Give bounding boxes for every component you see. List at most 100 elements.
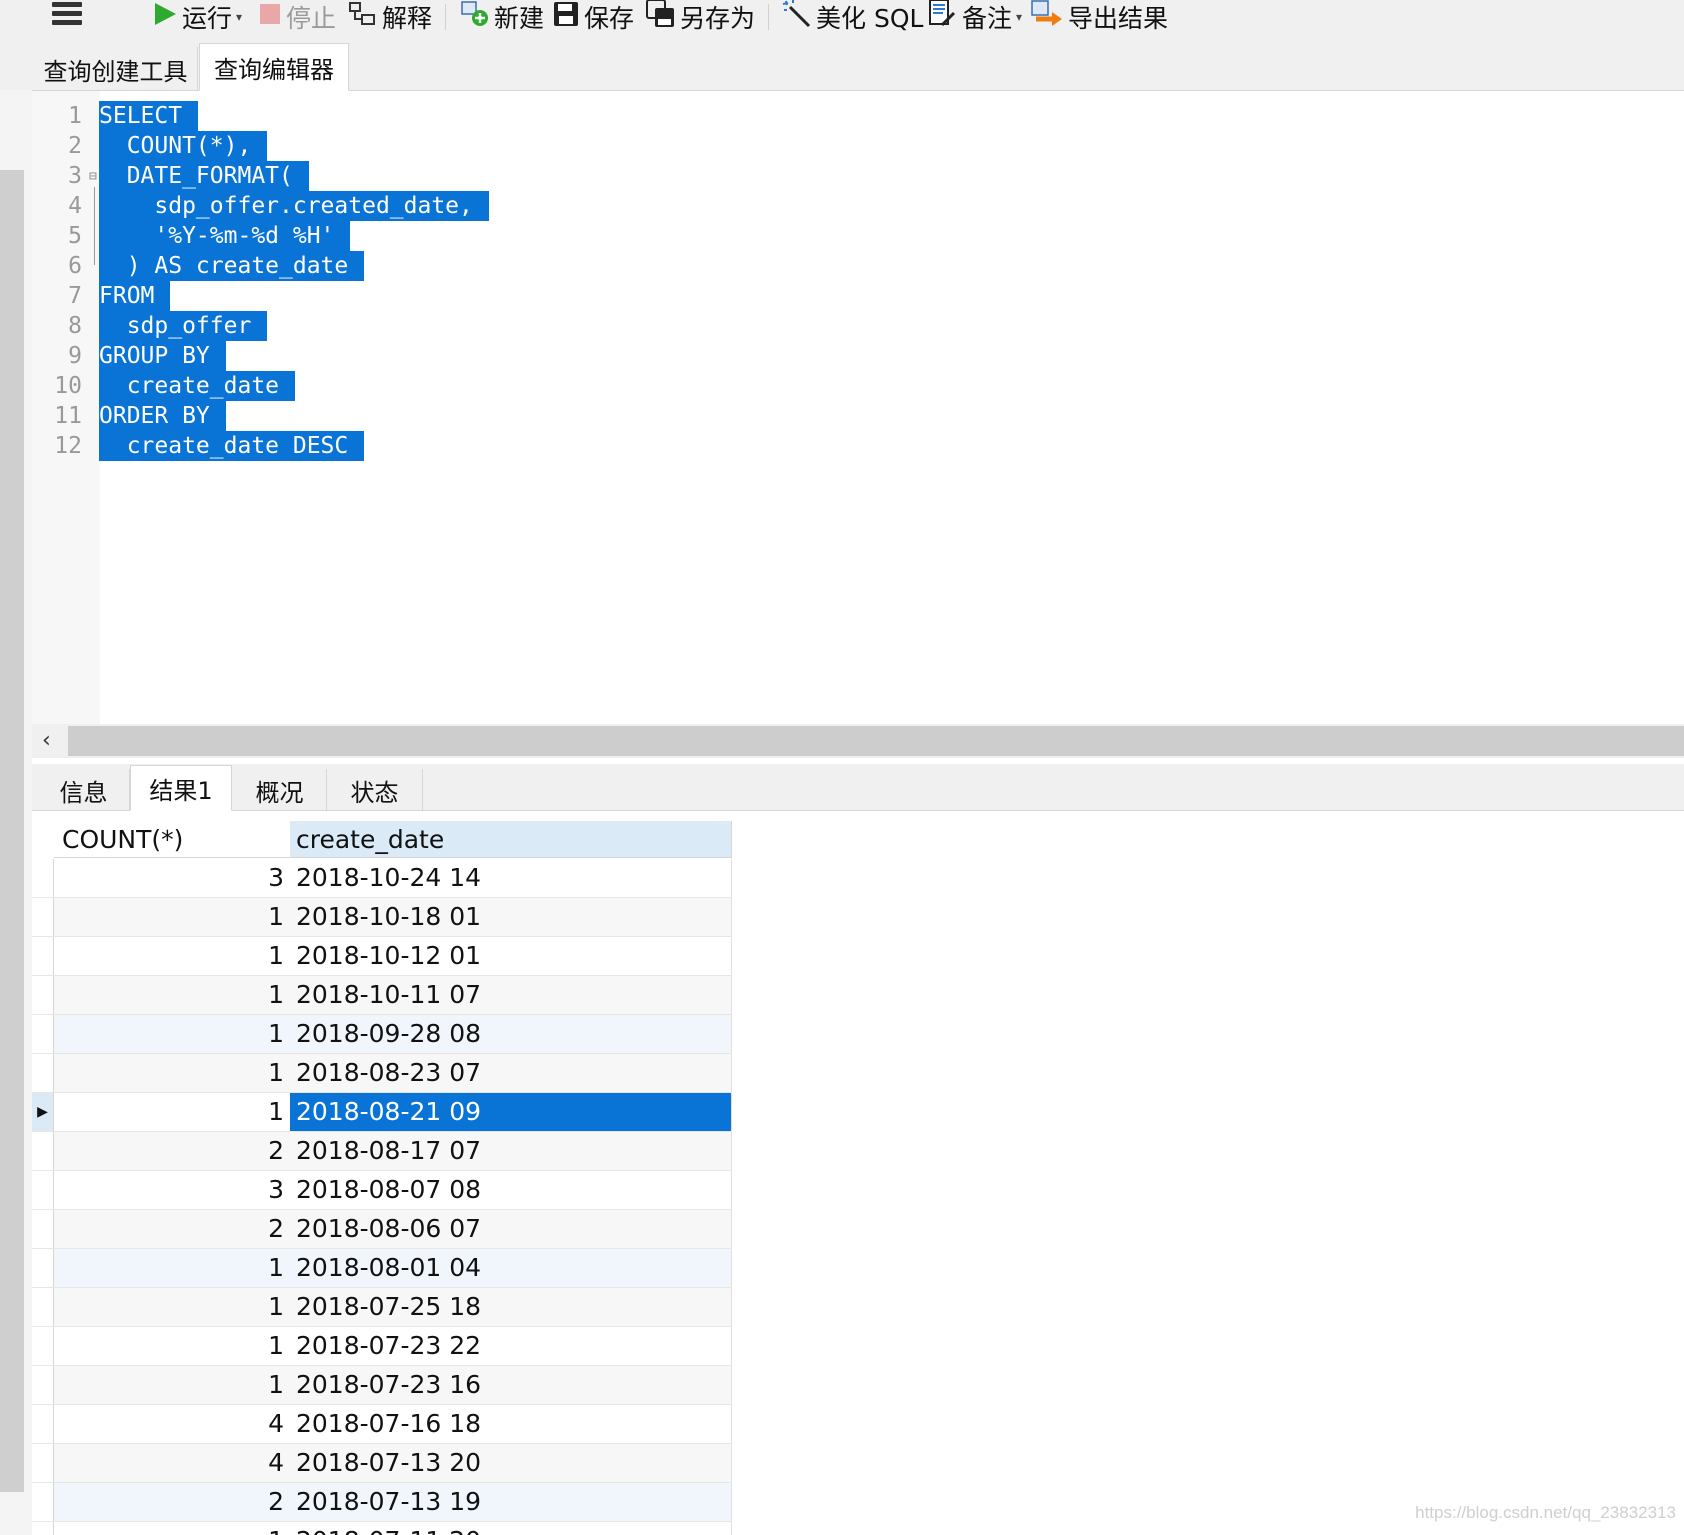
- cell-create-date[interactable]: 2018-07-25 18: [290, 1288, 732, 1326]
- table-row[interactable]: 1 2018-08-23 07: [32, 1054, 732, 1093]
- cell-create-date[interactable]: 2018-07-16 18: [290, 1405, 732, 1443]
- tab-info[interactable]: 信息: [38, 769, 130, 811]
- column-header-create-date[interactable]: create_date: [290, 821, 732, 858]
- cell-create-date[interactable]: 2018-08-07 08: [290, 1171, 732, 1209]
- cell-count[interactable]: 1: [54, 1015, 290, 1053]
- vertical-scrollbar[interactable]: [0, 90, 32, 1535]
- row-indicator[interactable]: [32, 1210, 54, 1248]
- table-row[interactable]: 1 2018-08-01 04: [32, 1249, 732, 1288]
- scrollbar-thumb[interactable]: [0, 170, 24, 1492]
- cell-count[interactable]: 2: [54, 1132, 290, 1170]
- cell-count[interactable]: 3: [54, 1171, 290, 1209]
- cell-count[interactable]: 3: [54, 859, 290, 897]
- cell-create-date[interactable]: 2018-10-12 01: [290, 937, 732, 975]
- cell-count[interactable]: 4: [54, 1405, 290, 1443]
- row-indicator[interactable]: [32, 1015, 54, 1053]
- table-row[interactable]: 4 2018-07-13 20: [32, 1444, 732, 1483]
- row-indicator[interactable]: [32, 1288, 54, 1326]
- tab-result-1[interactable]: 结果1: [130, 765, 232, 811]
- table-row-selected[interactable]: ▶ 1 2018-08-21 09: [32, 1093, 732, 1132]
- save-as-button[interactable]: 另存为: [646, 0, 755, 34]
- tab-status[interactable]: 状态: [327, 769, 423, 811]
- table-row[interactable]: 1 2018-10-18 01: [32, 898, 732, 937]
- scrollbar-thumb[interactable]: [68, 726, 1684, 756]
- table-row[interactable]: 3 2018-08-07 08: [32, 1171, 732, 1210]
- row-indicator[interactable]: [32, 898, 54, 936]
- table-row[interactable]: 1 2018-10-12 01: [32, 937, 732, 976]
- fold-toggle-icon[interactable]: ⊟: [89, 169, 97, 184]
- cell-create-date[interactable]: 2018-08-23 07: [290, 1054, 732, 1092]
- tab-profile[interactable]: 概况: [233, 769, 327, 811]
- cell-count[interactable]: 1: [54, 1522, 290, 1535]
- row-indicator[interactable]: [32, 1327, 54, 1365]
- cell-count[interactable]: 1: [54, 1249, 290, 1287]
- cell-count[interactable]: 1: [54, 1366, 290, 1404]
- table-row[interactable]: 2 2018-07-13 19: [32, 1483, 732, 1522]
- cell-create-date[interactable]: 2018-10-24 14: [290, 859, 732, 897]
- cell-count[interactable]: 4: [54, 1444, 290, 1482]
- table-row[interactable]: 1 2018-07-25 18: [32, 1288, 732, 1327]
- cell-create-date[interactable]: 2018-08-17 07: [290, 1132, 732, 1170]
- table-row[interactable]: 12018-07-11 20: [32, 1522, 732, 1535]
- cell-create-date[interactable]: 2018-07-11 20: [290, 1522, 732, 1535]
- cell-count[interactable]: 1: [54, 898, 290, 936]
- cell-create-date[interactable]: 2018-07-13 19: [290, 1483, 732, 1521]
- cell-count[interactable]: 1: [54, 937, 290, 975]
- cell-create-date[interactable]: 2018-08-06 07: [290, 1210, 732, 1248]
- table-row[interactable]: 1 2018-10-11 07: [32, 976, 732, 1015]
- row-indicator[interactable]: [32, 976, 54, 1014]
- cell-count[interactable]: 1: [54, 1093, 290, 1131]
- current-row-arrow-icon[interactable]: ▶: [32, 1093, 54, 1131]
- cell-count[interactable]: 1: [54, 1288, 290, 1326]
- tab-query-builder[interactable]: 查询创建工具: [34, 47, 198, 91]
- row-indicator[interactable]: [32, 1366, 54, 1404]
- menu-icon[interactable]: [52, 2, 82, 30]
- export-results-button[interactable]: 导出结果: [1030, 0, 1168, 34]
- row-indicator[interactable]: [32, 1132, 54, 1170]
- row-indicator[interactable]: [32, 1483, 54, 1521]
- cell-count[interactable]: 1: [54, 1327, 290, 1365]
- cell-count[interactable]: 2: [54, 1210, 290, 1248]
- save-button[interactable]: 保存: [552, 0, 634, 34]
- row-indicator[interactable]: [32, 937, 54, 975]
- new-button[interactable]: 新建: [460, 0, 544, 34]
- cell-create-date[interactable]: 2018-08-01 04: [290, 1249, 732, 1287]
- table-row[interactable]: 2 2018-08-17 07: [32, 1132, 732, 1171]
- run-button[interactable]: 运行 ▾: [152, 0, 242, 34]
- cell-create-date[interactable]: 2018-10-18 01: [290, 898, 732, 936]
- cell-create-date[interactable]: 2018-10-11 07: [290, 976, 732, 1014]
- cell-create-date[interactable]: 2018-07-13 20: [290, 1444, 732, 1482]
- explain-button[interactable]: 解释: [348, 0, 432, 34]
- chevron-down-icon[interactable]: ▾: [236, 10, 242, 24]
- row-indicator[interactable]: [32, 1171, 54, 1209]
- result-grid[interactable]: COUNT(*) create_date 3 2018-10-24 14 1 201…: [32, 811, 1684, 1535]
- beautify-sql-button[interactable]: 美化 SQL: [782, 0, 923, 34]
- table-row[interactable]: 1 2018-09-28 08: [32, 1015, 732, 1054]
- sql-editor[interactable]: 1 2 3 4 5 6 7 8 9 10 11 12 ⊟ SELECT COUN…: [32, 91, 1684, 724]
- row-indicator[interactable]: [32, 1522, 54, 1535]
- cell-count[interactable]: 1: [54, 976, 290, 1014]
- table-row[interactable]: 2 2018-08-06 07: [32, 1210, 732, 1249]
- cell-create-date[interactable]: 2018-07-23 22: [290, 1327, 732, 1365]
- row-indicator[interactable]: [32, 1444, 54, 1482]
- cell-create-date[interactable]: 2018-07-23 16: [290, 1366, 732, 1404]
- table-row[interactable]: 3 2018-10-24 14: [32, 859, 732, 898]
- horizontal-scrollbar[interactable]: ‹: [32, 724, 1684, 758]
- scroll-left-icon[interactable]: ‹: [42, 728, 51, 753]
- row-indicator[interactable]: [32, 859, 54, 897]
- table-row[interactable]: 1 2018-07-23 16: [32, 1366, 732, 1405]
- chevron-down-icon[interactable]: ▾: [1016, 10, 1022, 24]
- cell-create-date[interactable]: 2018-09-28 08: [290, 1015, 732, 1053]
- row-indicator[interactable]: [32, 1054, 54, 1092]
- column-header-count[interactable]: COUNT(*): [54, 821, 290, 858]
- cell-count[interactable]: 1: [54, 1054, 290, 1092]
- stop-button[interactable]: 停止: [258, 0, 336, 34]
- table-row[interactable]: 1 2018-07-23 22: [32, 1327, 732, 1366]
- table-row[interactable]: 4 2018-07-16 18: [32, 1405, 732, 1444]
- tab-query-editor[interactable]: 查询编辑器: [199, 43, 349, 91]
- cell-count[interactable]: 2: [54, 1483, 290, 1521]
- comment-button[interactable]: 备注 ▾: [928, 0, 1022, 34]
- row-indicator[interactable]: [32, 1249, 54, 1287]
- cell-create-date[interactable]: 2018-08-21 09: [290, 1093, 732, 1131]
- row-indicator[interactable]: [32, 1405, 54, 1443]
